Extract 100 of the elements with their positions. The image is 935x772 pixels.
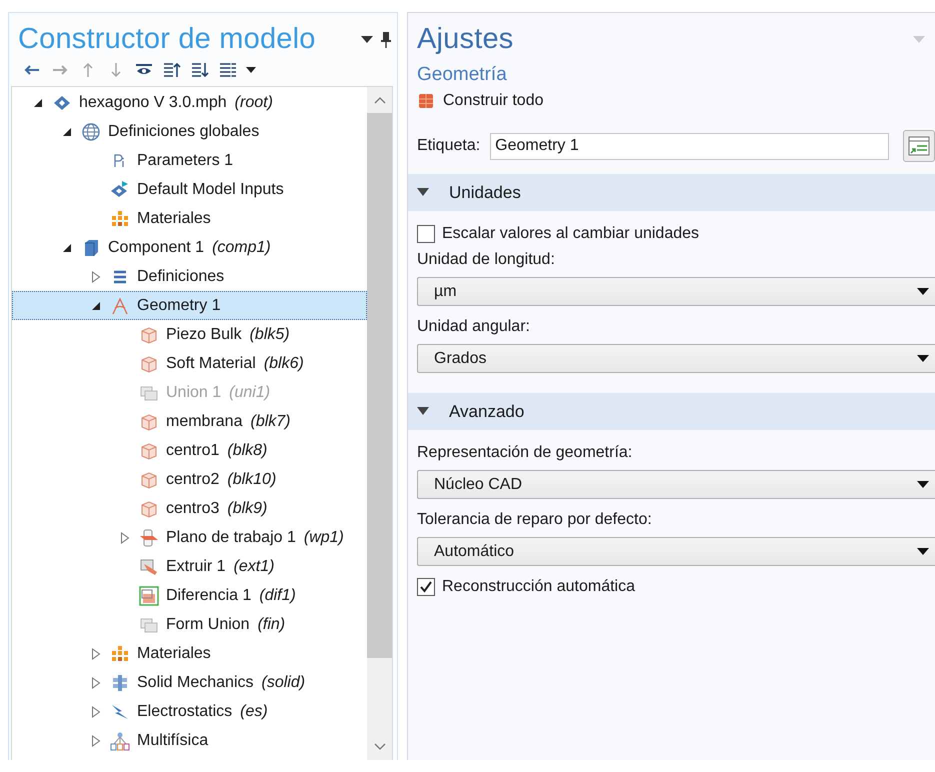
tree-item[interactable]: Soft Material (blk6)	[12, 349, 367, 378]
tree-item[interactable]: membrana (blk7)	[12, 407, 367, 436]
item-label: Geometry 1	[137, 296, 221, 314]
label-field[interactable]: Geometry 1	[490, 132, 889, 160]
dropdown-field[interactable]: Grados	[417, 344, 935, 373]
tree-item[interactable]: Component 1 (comp1)	[12, 233, 367, 262]
block-icon	[139, 354, 159, 374]
build-icon	[419, 94, 433, 108]
section-header[interactable]: Unidades	[408, 174, 935, 211]
tree-item[interactable]: Definiciones	[12, 262, 367, 291]
tree-item[interactable]: Default Model Inputs	[12, 175, 367, 204]
item-label: centro2	[166, 470, 220, 488]
tree-item[interactable]: centro3 (blk9)	[12, 494, 367, 523]
tree-item[interactable]: Electrostatics (es)	[12, 697, 367, 726]
pin-icon[interactable]	[381, 32, 391, 48]
tree-item[interactable]: Solid Mechanics (solid)	[12, 668, 367, 697]
checkbox-label: Reconstrucción automática	[442, 578, 635, 596]
tree-item[interactable]: Form Union (fin)	[12, 610, 367, 639]
checkbox[interactable]	[417, 578, 435, 596]
label-options-button[interactable]	[903, 130, 935, 162]
checkbox-label: Escalar valores al cambiar unidades	[442, 225, 700, 243]
collapse-list-icon	[163, 62, 181, 78]
collapsed-icon[interactable]	[91, 676, 101, 688]
item-label: Materiales	[137, 210, 211, 228]
item-label: Multifísica	[137, 732, 208, 750]
build-all-button[interactable]: Construir todo	[410, 86, 552, 116]
tree-item[interactable]: Diferencia 1 (dif1)	[12, 581, 367, 610]
item-label: Solid Mechanics	[137, 674, 254, 692]
item-tag: (root)	[234, 94, 273, 112]
caret-icon	[917, 548, 929, 556]
tree-item[interactable]: Piezo Bulk (blk5)	[12, 320, 367, 349]
item-tag: (blk10)	[227, 470, 276, 488]
dropdown-icon[interactable]	[361, 36, 373, 44]
caret-icon	[917, 354, 929, 362]
tree-item[interactable]: Definiciones globales	[12, 117, 367, 146]
block-icon	[139, 412, 159, 432]
item-label: Plano de trabajo 1	[166, 528, 296, 546]
caret-icon	[246, 66, 256, 74]
compass-icon	[110, 296, 130, 316]
dropdown-field[interactable]: µm	[417, 277, 935, 306]
item-tag: (solid)	[262, 674, 306, 692]
toolbar-button[interactable]	[217, 60, 239, 80]
expanded-icon	[417, 407, 429, 416]
tree-item[interactable]: Geometry 1	[12, 291, 367, 320]
item-label: Default Model Inputs	[137, 180, 284, 198]
field-label: Etiqueta:	[417, 137, 480, 155]
item-label: Form Union	[166, 616, 250, 634]
field-label: Tolerancia de reparo por defecto:	[417, 511, 653, 529]
block-icon	[139, 498, 159, 518]
tree-item[interactable]: centro1 (blk8)	[12, 436, 367, 465]
tree-item[interactable]: Materiales	[12, 204, 367, 233]
item-label: centro3	[166, 500, 220, 518]
collapsed-icon[interactable]	[91, 270, 101, 282]
expanded-icon[interactable]	[91, 300, 101, 310]
section-header[interactable]: Avanzado	[408, 393, 935, 430]
item-tag: (wp1)	[304, 528, 344, 546]
tree-item[interactable]: Multifísica	[12, 726, 367, 755]
item-label: Electrostatics	[137, 702, 232, 720]
caret-icon	[917, 480, 929, 488]
item-label: Definiciones globales	[108, 122, 260, 140]
expanded-icon[interactable]	[62, 126, 72, 136]
collapsed-icon[interactable]	[91, 648, 101, 660]
field-label: Representación de geometría:	[417, 444, 634, 462]
tree-item[interactable]: centro2 (blk10)	[12, 465, 367, 494]
expand-list-icon	[191, 62, 209, 78]
toolbar-button[interactable]	[161, 60, 183, 80]
block-icon	[139, 324, 159, 344]
diamond-flag-icon	[110, 180, 130, 200]
tree-item[interactable]: hexagono V 3.0.mph (root)	[12, 88, 367, 117]
tree-item[interactable]: Parameters 1	[12, 146, 367, 175]
tree-item[interactable]: Extruir 1 (ext1)	[12, 552, 367, 581]
item-tag: (dif1)	[259, 586, 296, 604]
toolbar-button[interactable]	[189, 60, 211, 80]
collapsed-icon[interactable]	[91, 706, 101, 718]
multiphysics-icon	[110, 730, 130, 750]
item-tag: (blk8)	[227, 442, 268, 460]
expanded-icon[interactable]	[62, 242, 72, 252]
checkbox[interactable]	[417, 225, 435, 243]
expanded-icon[interactable]	[33, 98, 43, 108]
item-label: hexagono V 3.0.mph	[79, 94, 227, 112]
materials-icon	[110, 208, 130, 228]
solid-mechanics-icon	[110, 672, 130, 692]
item-tag: (blk5)	[250, 326, 290, 344]
item-tag: (fin)	[258, 616, 286, 634]
item-label: centro1	[166, 442, 220, 460]
item-label: Definiciones	[137, 268, 224, 286]
difference-icon	[139, 586, 159, 606]
item-label: Component 1	[108, 238, 204, 256]
scroll-thumb[interactable]	[367, 113, 392, 658]
dropdown-field[interactable]: Núcleo CAD	[417, 470, 935, 499]
tree-item[interactable]: Plano de trabajo 1 (wp1)	[12, 523, 367, 552]
collapsed-icon[interactable]	[120, 532, 130, 544]
work-plane-icon	[139, 528, 159, 548]
collapsed-icon[interactable]	[91, 734, 101, 746]
item-tag: (es)	[240, 702, 268, 720]
tree-item[interactable]: Materiales	[12, 639, 367, 668]
item-tag: (blk9)	[227, 500, 268, 518]
scrollbar[interactable]	[367, 87, 392, 760]
caret-icon	[917, 288, 929, 296]
dropdown-field[interactable]: Automático	[417, 537, 935, 566]
